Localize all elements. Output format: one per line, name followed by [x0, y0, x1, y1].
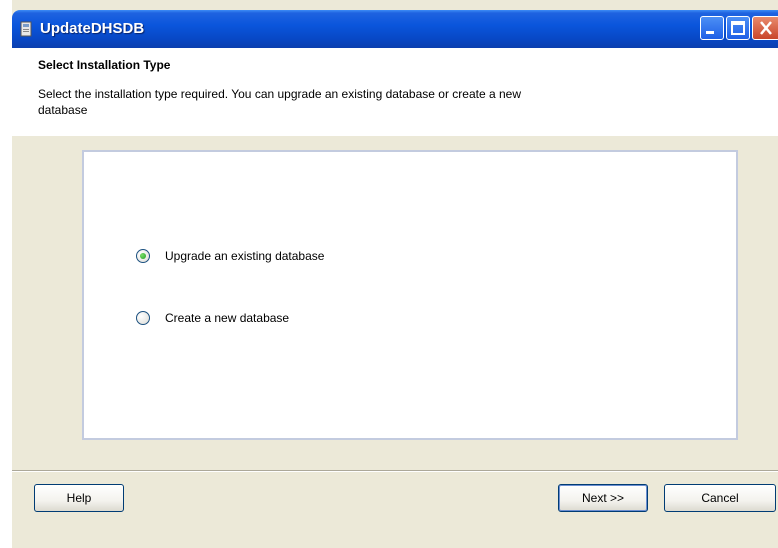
radio-unselected-icon[interactable]	[136, 311, 150, 325]
title-bar[interactable]: UpdateDHSDB	[12, 10, 778, 48]
minimize-icon	[706, 31, 714, 34]
next-button[interactable]: Next >>	[558, 484, 648, 512]
option-upgrade-label[interactable]: Upgrade an existing database	[165, 249, 324, 263]
page-title: Select Installation Type	[38, 58, 171, 72]
option-upgrade-database[interactable]: Upgrade an existing database	[136, 246, 324, 266]
help-button[interactable]: Help	[34, 484, 124, 512]
close-icon	[760, 21, 772, 35]
cancel-button[interactable]: Cancel	[664, 484, 776, 512]
minimize-button[interactable]	[700, 16, 724, 40]
maximize-button[interactable]	[726, 16, 750, 40]
installer-window: UpdateDHSDB Select Installation Type Sel…	[0, 0, 778, 548]
option-create-label[interactable]: Create a new database	[165, 311, 289, 325]
radio-selected-icon[interactable]	[136, 249, 150, 263]
maximize-icon	[731, 21, 745, 35]
app-icon	[20, 21, 34, 37]
wizard-header: Select Installation Type Select the inst…	[12, 48, 778, 136]
footer-separator	[12, 470, 778, 472]
radio-dot	[140, 253, 146, 259]
page-description: Select the installation type required. Y…	[38, 87, 521, 117]
option-create-database[interactable]: Create a new database	[136, 308, 289, 328]
window-left-edge	[0, 0, 12, 548]
window-title: UpdateDHSDB	[40, 20, 145, 37]
close-button[interactable]	[752, 16, 778, 40]
options-panel: Upgrade an existing database Create a ne…	[82, 150, 738, 440]
